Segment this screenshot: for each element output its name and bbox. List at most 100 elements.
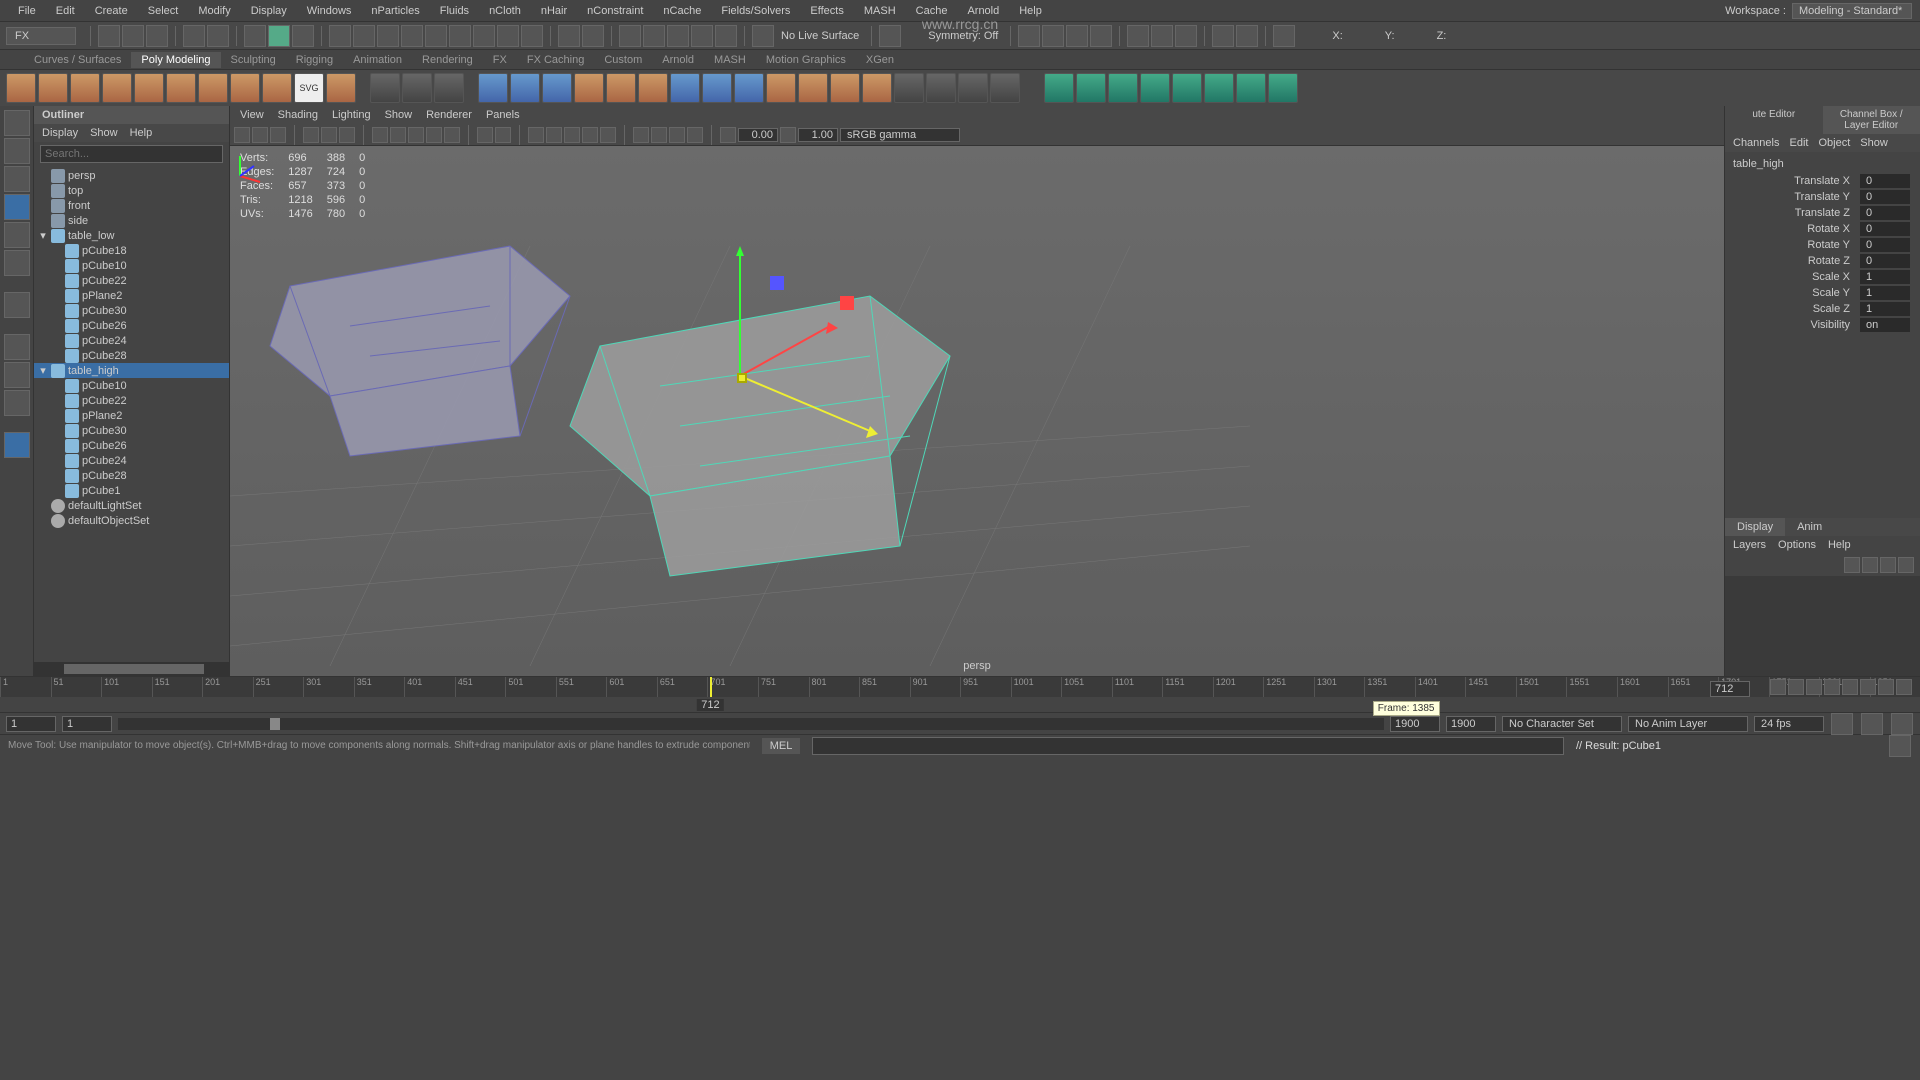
layout-single-icon[interactable] xyxy=(4,334,30,360)
vp-res-icon[interactable] xyxy=(339,127,355,143)
play-back-icon[interactable] xyxy=(1824,679,1840,695)
lasso-tool-icon[interactable] xyxy=(4,138,30,164)
insertloop-icon[interactable] xyxy=(958,73,988,103)
c4-icon[interactable] xyxy=(1090,25,1112,47)
snap-live-icon[interactable] xyxy=(715,25,737,47)
anim-layer-tab[interactable]: Anim xyxy=(1785,518,1834,536)
layer-new-icon[interactable] xyxy=(1880,557,1896,573)
goto-end-icon[interactable] xyxy=(1896,679,1912,695)
range-track[interactable] xyxy=(118,718,1384,730)
outliner-item[interactable]: pCube22 xyxy=(34,393,229,408)
playblast-icon[interactable] xyxy=(1891,713,1913,735)
channel-attr-value[interactable]: 1 xyxy=(1860,302,1910,316)
offsetloop-icon[interactable] xyxy=(990,73,1020,103)
shelf-tab-arnold[interactable]: Arnold xyxy=(652,52,704,68)
script-lang-toggle[interactable]: MEL xyxy=(762,738,801,754)
outliner-menu-display[interactable]: Display xyxy=(42,127,78,139)
viewport-menu-lighting[interactable]: Lighting xyxy=(332,109,371,121)
vp-gate-icon[interactable] xyxy=(321,127,337,143)
cb-menu-edit[interactable]: Edit xyxy=(1789,137,1808,149)
shelf-tab-fx[interactable]: FX xyxy=(483,52,517,68)
poly-svg-icon[interactable]: SVG xyxy=(294,73,324,103)
vp-i-icon[interactable] xyxy=(687,127,703,143)
vp-shade-icon[interactable] xyxy=(390,127,406,143)
outliner-item[interactable]: pPlane2 xyxy=(34,288,229,303)
live-icon[interactable] xyxy=(752,25,774,47)
mask-7-icon[interactable] xyxy=(473,25,495,47)
layer-up-icon[interactable] xyxy=(1844,557,1860,573)
vp-grid-icon[interactable] xyxy=(303,127,319,143)
outliner-item[interactable]: pCube26 xyxy=(34,318,229,333)
redo-icon[interactable] xyxy=(207,25,229,47)
channel-attr-value[interactable]: on xyxy=(1860,318,1910,332)
target-weld-icon[interactable] xyxy=(862,73,892,103)
menu-fields/solvers[interactable]: Fields/Solvers xyxy=(711,5,800,17)
sel-vert-icon[interactable] xyxy=(244,25,266,47)
vp-wire-icon[interactable] xyxy=(372,127,388,143)
channel-attr-value[interactable]: 0 xyxy=(1860,222,1910,236)
outliner-search-input[interactable] xyxy=(40,145,223,163)
outliner-menu-show[interactable]: Show xyxy=(90,127,118,139)
layout-outliner-icon[interactable] xyxy=(4,432,30,458)
outliner-item[interactable]: persp xyxy=(34,168,229,183)
quadrangulate-icon[interactable] xyxy=(1236,73,1266,103)
menu-effects[interactable]: Effects xyxy=(800,5,853,17)
command-input[interactable] xyxy=(812,737,1564,755)
menu-edit[interactable]: Edit xyxy=(46,5,85,17)
fill-icon[interactable] xyxy=(702,73,732,103)
open-scene-icon[interactable] xyxy=(122,25,144,47)
shelf-tab-fxcaching[interactable]: FX Caching xyxy=(517,52,594,68)
poly-sphere-icon[interactable] xyxy=(6,73,36,103)
retopo-icon[interactable] xyxy=(1076,73,1106,103)
outliner-item[interactable]: top xyxy=(34,183,229,198)
undo-icon[interactable] xyxy=(183,25,205,47)
poly-plane-icon[interactable] xyxy=(166,73,196,103)
menu-modify[interactable]: Modify xyxy=(188,5,240,17)
layout-custom-icon[interactable] xyxy=(4,390,30,416)
mask-2-icon[interactable] xyxy=(353,25,375,47)
mirror-icon[interactable] xyxy=(1172,73,1202,103)
vp-light-icon[interactable] xyxy=(426,127,442,143)
fps-select[interactable]: 24 fps xyxy=(1754,716,1824,732)
menu-nparticles[interactable]: nParticles xyxy=(361,5,429,17)
outliner-item[interactable]: pCube26 xyxy=(34,438,229,453)
cb-menu-channels[interactable]: Channels xyxy=(1733,137,1779,149)
outliner-item[interactable]: pCube28 xyxy=(34,348,229,363)
shelf-tab-rigging[interactable]: Rigging xyxy=(286,52,343,68)
menu-nconstraint[interactable]: nConstraint xyxy=(577,5,653,17)
c2-icon[interactable] xyxy=(1042,25,1064,47)
outliner-item[interactable]: pCube28 xyxy=(34,468,229,483)
outliner-item[interactable]: pCube18 xyxy=(34,243,229,258)
outliner-item[interactable]: pCube30 xyxy=(34,303,229,318)
outliner-item[interactable]: defaultLightSet xyxy=(34,498,229,513)
poly-sphericalharm-icon[interactable] xyxy=(402,73,432,103)
cb-menu-object[interactable]: Object xyxy=(1818,137,1850,149)
menu-nhair[interactable]: nHair xyxy=(531,5,577,17)
channel-attr-value[interactable]: 1 xyxy=(1860,286,1910,300)
time-slider[interactable]: 1511011512012513013514014515015516016517… xyxy=(0,676,1920,712)
vp-gamma-icon[interactable] xyxy=(780,127,796,143)
ipr-icon[interactable] xyxy=(1236,25,1258,47)
outliner-item[interactable]: ▾table_high xyxy=(34,363,229,378)
character-set-select[interactable]: No Character Set xyxy=(1502,716,1622,732)
vp-cam-icon[interactable] xyxy=(234,127,250,143)
vp-shadow-icon[interactable] xyxy=(444,127,460,143)
poly-ultra-icon[interactable] xyxy=(434,73,464,103)
shelf-tab-animation[interactable]: Animation xyxy=(343,52,412,68)
vp-d-icon[interactable] xyxy=(582,127,598,143)
anim-end-input[interactable] xyxy=(1446,716,1496,732)
cb-menu-show[interactable]: Show xyxy=(1860,137,1888,149)
collapse-icon[interactable] xyxy=(734,73,764,103)
menu-windows[interactable]: Windows xyxy=(297,5,362,17)
vp-lock-icon[interactable] xyxy=(270,127,286,143)
display-layer-tab[interactable]: Display xyxy=(1725,518,1785,536)
step-back-key-icon[interactable] xyxy=(1788,679,1804,695)
shelf-tab-sculpting[interactable]: Sculpting xyxy=(221,52,286,68)
rotate-tool-icon[interactable] xyxy=(4,222,30,248)
vp-tex-icon[interactable] xyxy=(408,127,424,143)
current-frame-input[interactable] xyxy=(1710,681,1750,697)
module-dropdown[interactable]: FX xyxy=(6,27,76,45)
vp-gamma-value[interactable]: 1.00 xyxy=(798,128,838,142)
remesh-icon[interactable] xyxy=(1140,73,1170,103)
extrude-icon[interactable] xyxy=(574,73,604,103)
